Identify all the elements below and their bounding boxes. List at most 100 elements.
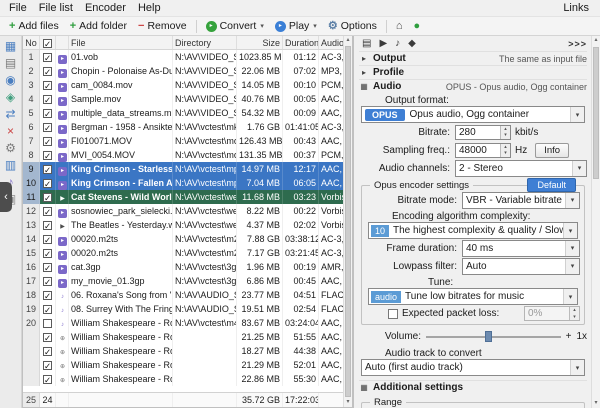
- audio-track-select[interactable]: Auto (first audio track) ▾: [361, 359, 585, 376]
- play-button[interactable]: ▸ Play ▾: [270, 19, 322, 33]
- file-icon[interactable]: ▥: [5, 159, 16, 171]
- table-row[interactable]: 5 ✓ ▸ multiple_data_streams.mkv N:\AV\VIDEO_…: [23, 106, 343, 120]
- bitrate-input[interactable]: 280 ▴ ▾: [455, 124, 511, 140]
- more-tabs-button[interactable]: >>>: [568, 39, 587, 49]
- row-checkbox[interactable]: ✓: [43, 179, 52, 188]
- row-check-cell[interactable]: ✓: [40, 134, 56, 148]
- chevron-down-icon[interactable]: ▾: [563, 289, 577, 304]
- output-format-select[interactable]: OPUS Opus audio, Ogg container ▾: [361, 106, 585, 123]
- sampling-value[interactable]: 48000: [456, 144, 500, 157]
- table-row[interactable]: 7 ✓ ▸ FI010071.MOV N:\AV\vctest\mov 126.43 MB…: [23, 134, 343, 148]
- table-row[interactable]: 8 ✓ ▸ MVI_0054.MOV N:\AV\vctest\mov 131.35 MB…: [23, 148, 343, 162]
- row-check-cell[interactable]: ✓: [40, 344, 56, 358]
- row-check-cell[interactable]: ✓: [40, 148, 56, 162]
- tune-select[interactable]: audio Tune low bitrates for music ▾: [368, 288, 578, 305]
- table-row[interactable]: 6✓ ▸ Bergman - 1958 - Ansiktet [DVD x264 2…: [23, 120, 343, 134]
- row-checkbox[interactable]: ✓: [43, 165, 52, 174]
- table-row[interactable]: 4✓ ▸Sample.movN:\AV\VIDEO_SA...40.76 MB00…: [23, 92, 343, 106]
- table-row[interactable]: ✓ ⊕William Shakespeare - Romeo and Juli..…: [23, 372, 343, 386]
- bitrate-value[interactable]: 280: [456, 126, 500, 139]
- collapse-panel-button[interactable]: ‹: [0, 182, 12, 212]
- table-row[interactable]: 1✓ ▸01.vobN:\AV\VIDEO_SA...1023.85 MB01:1…: [23, 50, 343, 64]
- row-check-cell[interactable]: ✓: [40, 372, 56, 386]
- video-icon[interactable]: ▶: [379, 38, 387, 49]
- section-additional-settings[interactable]: ▦ Additional settings: [359, 380, 587, 394]
- pin-button[interactable]: ●: [409, 20, 426, 33]
- row-checkbox[interactable]: ✓: [43, 361, 52, 370]
- row-check-cell[interactable]: ✓: [40, 358, 56, 372]
- table-row[interactable]: 16 ✓ ▸ cat.3gp N:\AV\vctest\3gp 1.96 MB 00:19 A…: [23, 260, 343, 274]
- spinner-buttons[interactable]: ▴ ▾: [500, 143, 510, 157]
- select-all-checkbox[interactable]: ✓: [43, 39, 52, 48]
- home-button[interactable]: ⌂: [391, 20, 408, 33]
- row-checkbox[interactable]: ✓: [43, 221, 52, 230]
- chevron-down-icon[interactable]: ▾: [570, 360, 584, 375]
- row-check-cell[interactable]: ✓: [40, 64, 56, 78]
- menu-item-encoder[interactable]: Encoder: [79, 1, 132, 15]
- row-check-cell[interactable]: ✓: [40, 92, 56, 106]
- table-row[interactable]: ✓ ⊕William Shakespeare - Romeo and Juli..…: [23, 330, 343, 344]
- table-row[interactable]: ✓ ⊕William Shakespeare - Romeo and Juli..…: [23, 344, 343, 358]
- row-checkbox[interactable]: ✓: [43, 291, 52, 300]
- menu-item-file[interactable]: File: [3, 1, 33, 15]
- col-file[interactable]: File: [69, 36, 173, 49]
- table-row[interactable]: ✓ ⊕William Shakespeare - Romeo and Juli..…: [23, 358, 343, 372]
- filters-icon[interactable]: ◆: [408, 38, 416, 49]
- add-folder-button[interactable]: + Add folder: [65, 19, 132, 33]
- chevron-down-icon[interactable]: ▾: [572, 160, 586, 176]
- complexity-select[interactable]: 10 The highest complexity & quality / Sl…: [368, 222, 578, 239]
- scrollbar-thumb[interactable]: [593, 47, 599, 179]
- info-button[interactable]: Info: [535, 142, 570, 158]
- sampling-input[interactable]: 48000 ▴ ▾: [455, 142, 511, 158]
- scroll-down-icon[interactable]: ▾: [344, 398, 352, 407]
- row-check-cell[interactable]: [40, 316, 56, 330]
- slider-track[interactable]: [426, 336, 561, 338]
- add-files-button[interactable]: + Add files: [4, 19, 64, 33]
- row-checkbox[interactable]: ✓: [43, 263, 52, 272]
- row-checkbox[interactable]: ✓: [43, 235, 52, 244]
- options-button[interactable]: ⚙ Options: [323, 19, 382, 33]
- table-row[interactable]: 14✓ ▸00020.m2tsN:\AV\vctest\m2...7.88 GB0…: [23, 232, 343, 246]
- col-audio[interactable]: Audio: [319, 36, 343, 49]
- chevron-down-icon[interactable]: ▾: [565, 240, 579, 256]
- table-row[interactable]: 15✓ ▸00020.m2tsN:\AV\vctest\m2...7.17 GB0…: [23, 246, 343, 260]
- audio-tab-icon[interactable]: ♪: [395, 38, 400, 49]
- table-row[interactable]: 9✓ ▸ King Crimson - Starless.mp4N:\AV\vcte…: [23, 162, 343, 176]
- frame-duration-select[interactable]: 40 ms ▾: [462, 239, 580, 257]
- chevron-down-icon[interactable]: ▾: [313, 22, 317, 30]
- row-check-cell[interactable]: ✓: [40, 120, 56, 134]
- col-icon[interactable]: [56, 36, 69, 49]
- row-checkbox[interactable]: ✓: [43, 305, 52, 314]
- slider-thumb[interactable]: [485, 331, 493, 342]
- row-checkbox[interactable]: ✓: [43, 109, 52, 118]
- remove-button[interactable]: − Remove: [133, 19, 192, 33]
- convert-button[interactable]: ▸ Convert ▾: [201, 19, 269, 33]
- spin-down-icon[interactable]: ▾: [501, 132, 510, 139]
- spin-down-icon[interactable]: ▾: [501, 150, 510, 157]
- row-checkbox[interactable]: ✓: [43, 53, 52, 62]
- lowpass-select[interactable]: Auto ▾: [462, 257, 580, 275]
- row-checkbox[interactable]: ✓: [43, 123, 52, 132]
- row-check-cell[interactable]: ✓: [40, 162, 56, 176]
- col-directory[interactable]: Directory: [173, 36, 237, 49]
- col-no[interactable]: No: [23, 36, 40, 49]
- history-icon[interactable]: ▤: [5, 57, 16, 69]
- row-checkbox[interactable]: ✓: [43, 137, 52, 146]
- chevron-down-icon[interactable]: ▾: [260, 22, 264, 30]
- file-list-scrollbar[interactable]: ▴ ▾: [343, 36, 352, 407]
- swap-icon[interactable]: ⇄: [5, 108, 15, 120]
- table-row[interactable]: 17 ✓ ▸ my_movie_01.3gp N:\AV\vctest\3gp 6.86 …: [23, 274, 343, 288]
- queue-icon[interactable]: ▦: [5, 40, 16, 52]
- scrollbar-thumb[interactable]: [345, 46, 351, 397]
- menu-item-help[interactable]: Help: [132, 1, 167, 15]
- row-checkbox[interactable]: ✓: [43, 333, 52, 342]
- clear-icon[interactable]: ×: [7, 125, 14, 137]
- table-row[interactable]: 10✓ ▸ King Crimson - Fallen Angel.mp4N:\AV…: [23, 176, 343, 190]
- col-duration[interactable]: Duration: [283, 36, 319, 49]
- row-check-cell[interactable]: ✓: [40, 330, 56, 344]
- chevron-down-icon[interactable]: ▾: [570, 107, 584, 122]
- bitrate-mode-select[interactable]: VBR - Variable bitrate ▾: [462, 191, 580, 209]
- table-row[interactable]: 13✓ ▶ The Beatles - Yesterday.webmN:\AV\vc…: [23, 218, 343, 232]
- volume-slider[interactable]: [426, 330, 561, 343]
- chevron-down-icon[interactable]: ▾: [565, 192, 579, 208]
